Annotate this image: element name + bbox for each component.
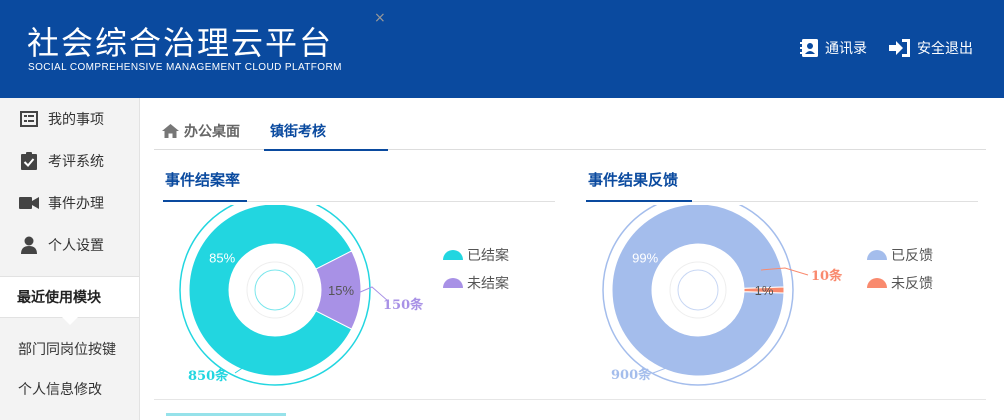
panel-title-closure-rate: 事件结案率 [163,170,247,202]
recent-modules-title: 最近使用模块 [0,276,139,318]
panel-divider [692,201,978,202]
sidebar-item-label: 我的事项 [48,112,104,128]
user-icon [19,235,39,255]
panel-divider [247,201,555,202]
slice-percent-label: 85% [209,251,235,266]
app-subtitle: SOCIAL COMPREHENSIVE MANAGEMENT CLOUD PL… [28,62,342,73]
sidebar-item-label: 个人设置 [48,238,104,254]
section-notch [62,317,78,325]
sidebar-item-evaluation[interactable]: 考评系统 [0,140,139,182]
legend-item-no-feedback[interactable]: 未反馈 [867,273,933,293]
legend-swatch [867,278,887,288]
home-icon [162,124,179,138]
address-book-icon [800,39,818,57]
section-divider [154,399,986,400]
closure-rate-pie-chart: 85% 850条 15% 150条 [179,205,424,386]
next-section-title-peek [166,410,296,420]
feedback-pie-chart: 99% 900条 1% 10条 [602,205,843,386]
app-header: 社会综合治理云平台 SOCIAL COMPREHENSIVE MANAGEMEN… [0,0,1004,98]
tab-label: 办公桌面 [184,124,240,140]
slice-percent-label: 1% [755,283,774,298]
logout-label: 安全退出 [917,41,973,57]
sidebar-item-personal-settings[interactable]: 个人设置 [0,224,139,266]
logout-button[interactable]: 安全退出 [888,38,973,58]
legend-swatch [867,250,887,260]
sidebar-item-label: 考评系统 [48,154,104,170]
slice-count-label: 150条 [383,297,424,313]
sign-out-icon [889,39,910,57]
slice-percent-label: 15% [328,283,354,298]
list-icon [19,109,39,129]
tab-office-desktop[interactable]: 办公桌面 [162,112,240,150]
tab-label: 镇街考核 [270,123,326,140]
tab-close-icon[interactable]: × [374,10,386,26]
legend-label: 未反馈 [891,276,933,292]
tab-town-assessment[interactable]: 镇街考核 [264,112,388,151]
slice-count-label: 900条 [611,367,652,383]
slice-count-label: 10条 [811,268,843,284]
legend-item-unclosed[interactable]: 未结案 [443,273,509,293]
legend-item-closed[interactable]: 已结案 [443,245,509,265]
legend-label: 已结案 [467,248,509,264]
slice-percent-label: 99% [632,251,658,266]
sidebar-item-my-tasks[interactable]: 我的事项 [0,98,139,140]
legend-swatch [443,278,463,288]
slice-count-label: 850条 [188,368,229,384]
sidebar-item-label: 事件办理 [48,196,104,212]
sidebar: 我的事项 考评系统 事件办理 个人设置 最近使用模块 部门同岗位按键 个人信息修… [0,98,140,420]
recent-item-profile-edit[interactable]: 个人信息修改 [0,370,139,410]
video-camera-icon [19,193,39,213]
app-title: 社会综合治理云平台 [27,24,334,62]
clipboard-check-icon [19,151,39,171]
legend-item-feedback[interactable]: 已反馈 [867,245,933,265]
contacts-label: 通讯录 [825,41,867,57]
legend-label: 未结案 [467,276,509,292]
legend-swatch [443,250,463,260]
sidebar-item-event-handling[interactable]: 事件办理 [0,182,139,224]
legend-label: 已反馈 [891,248,933,264]
recent-item-dept-position[interactable]: 部门同岗位按键 [0,330,139,370]
contacts-button[interactable]: 通讯录 [800,38,867,58]
panel-title-result-feedback: 事件结果反馈 [586,170,692,202]
tab-bar: 办公桌面 镇街考核 [154,112,986,151]
